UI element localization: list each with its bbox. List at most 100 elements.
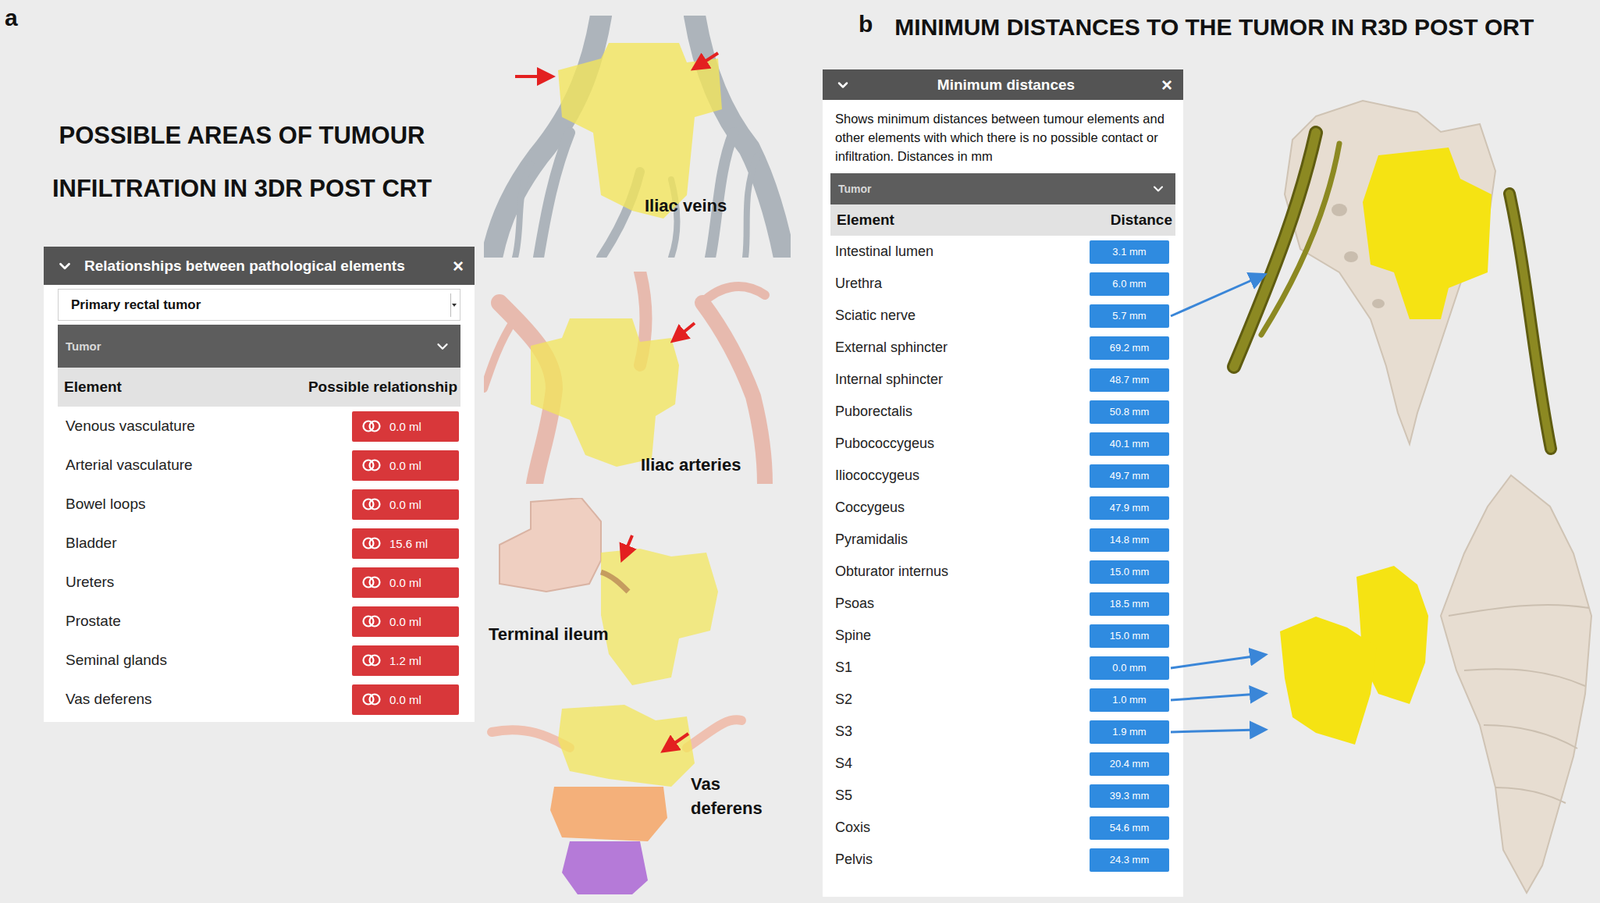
view-label: Vasdeferens	[690, 771, 763, 821]
close-button[interactable]: ×	[452, 256, 464, 276]
element-name: Coccygeus	[835, 499, 905, 516]
figure-page: aPOSSIBLE AREAS OF TUMOURINFILTRATION IN…	[0, 0, 1600, 903]
distance-badge[interactable]: 18.5 mm	[1089, 592, 1170, 616]
tumor-select[interactable]: Tumor	[830, 173, 1176, 205]
distance-row: External sphincter69.2 mm	[822, 331, 1184, 364]
distance-badge[interactable]: 14.8 mm	[1089, 528, 1170, 552]
close-button[interactable]: ×	[1161, 75, 1173, 95]
distance-cell: 15.0 mm	[1089, 624, 1170, 648]
panel-header: Relationships between pathological eleme…	[43, 246, 475, 285]
distance-badge[interactable]: 15.0 mm	[1089, 560, 1170, 584]
element-name: Urethra	[835, 275, 882, 292]
dropdown-icon	[450, 293, 457, 317]
element-name: Seminal glands	[65, 651, 168, 669]
distance-badge[interactable]: 48.7 mm	[1089, 368, 1170, 392]
element-name: S3	[835, 723, 853, 740]
distance-row: Pyramidalis14.8 mm	[822, 523, 1184, 556]
distance-badge[interactable]: 20.4 mm	[1089, 752, 1170, 776]
distance-badge[interactable]: 6.0 mm	[1089, 272, 1170, 296]
distances-panel: Minimum distances×Shows minimum distance…	[822, 69, 1184, 897]
element-name: Venous vasculature	[65, 417, 196, 435]
distance-badge[interactable]: 54.6 mm	[1089, 816, 1170, 840]
relationship-badge[interactable]: 0.0 ml	[352, 567, 459, 598]
badge-value: 0.0 ml	[389, 497, 422, 512]
distance-badge[interactable]: 24.3 mm	[1089, 848, 1170, 872]
distance-row: Coccygeus 47.9 mm	[822, 491, 1184, 524]
element-name: Bowel loops	[65, 495, 146, 513]
distance-cell: 6.0 mm	[1089, 272, 1170, 296]
panel-title: Minimum distances	[861, 76, 1151, 94]
figure-title: POSSIBLE AREAS OF TUMOURINFILTRATION IN …	[4, 109, 480, 216]
distance-badge[interactable]: 39.3 mm	[1089, 784, 1170, 808]
select-value: Primary rectal tumor	[71, 297, 451, 313]
distance-badge[interactable]: 49.7 mm	[1089, 464, 1170, 488]
relationship-badge[interactable]: 15.6 ml	[352, 528, 459, 559]
relationship-row: Bowel loops 0.0 ml	[43, 484, 475, 524]
distance-cell: 14.8 mm	[1089, 528, 1170, 552]
chevron-down-icon[interactable]	[835, 77, 851, 93]
pointer-arrow-icon	[1169, 669, 1267, 748]
relationship-badge[interactable]: 0.0 ml	[352, 411, 459, 442]
relationship-row: Bladder15.6 ml	[43, 523, 475, 563]
element-name: Arterial vasculature	[65, 456, 193, 474]
distance-badge[interactable]: 69.2 mm	[1089, 336, 1170, 360]
relationship-row: Arterial vasculature 0.0 ml	[43, 445, 475, 485]
relationship-badge[interactable]: 0.0 ml	[352, 684, 459, 715]
element-name: Spine	[835, 627, 872, 644]
relationship-badge[interactable]: 0.0 ml	[352, 606, 459, 637]
distance-badge[interactable]: 0.0 mm	[1089, 656, 1170, 680]
interlock-icon	[361, 575, 382, 590]
relationship-badge[interactable]: 0.0 ml	[352, 489, 459, 520]
element-name: Iliococcygeus	[835, 467, 920, 484]
distance-badge[interactable]: 40.1 mm	[1089, 432, 1170, 456]
distance-row: Internal sphincter 48.7 mm	[822, 363, 1184, 396]
element-name: Internal sphincter	[835, 371, 943, 388]
distance-cell: 39.3 mm	[1089, 784, 1170, 808]
element-name: Vas deferens	[65, 690, 153, 708]
distance-badge[interactable]: 1.0 mm	[1089, 688, 1170, 712]
sacrum-side-render	[1183, 459, 1600, 897]
relationship-row: Ureters 0.0 ml	[43, 562, 475, 602]
relationship-badge[interactable]: 0.0 ml	[352, 450, 459, 481]
distance-row: Urethra 6.0 mm	[822, 267, 1184, 300]
distance-cell: 54.6 mm	[1089, 816, 1170, 840]
distance-badge[interactable]: 3.1 mm	[1089, 240, 1170, 264]
distance-cell: 15.0 mm	[1089, 560, 1170, 584]
distance-cell: 48.7 mm	[1089, 368, 1170, 392]
relationship-badge[interactable]: 1.2 ml	[352, 645, 459, 676]
interlock-icon	[361, 419, 382, 434]
distance-badge[interactable]: 15.0 mm	[1089, 624, 1170, 648]
column-title: Distance	[1110, 211, 1173, 229]
view-label: Iliac arteries	[640, 452, 741, 477]
tumor-select[interactable]: Primary rectal tumor	[57, 288, 461, 321]
element-name: Pelvis	[835, 851, 873, 868]
badge-value: 1.2 ml	[389, 654, 422, 668]
column-title: Element	[836, 211, 895, 229]
section-bar[interactable]: Tumor	[57, 324, 461, 368]
distance-badge[interactable]: 50.8 mm	[1089, 400, 1170, 424]
distance-cell: 50.8 mm	[1089, 400, 1170, 424]
distance-badge[interactable]: 1.9 mm	[1089, 720, 1170, 744]
distance-badge[interactable]: 47.9 mm	[1089, 496, 1170, 520]
views-column: Iliac veinsIliac arteriesTerminal ileumV…	[483, 0, 793, 903]
distance-cell: 5.7 mm	[1089, 304, 1170, 328]
column-title: Possible relationship	[308, 378, 458, 396]
element-name: Pubococcygeus	[835, 435, 935, 452]
iliac-veins-render	[483, 15, 791, 258]
distance-cell: 3.1 mm	[1089, 240, 1170, 264]
distance-row: S5 39.3 mm	[822, 779, 1184, 812]
chevron-down-icon[interactable]	[56, 257, 74, 275]
distance-cell: 18.5 mm	[1089, 592, 1170, 616]
element-name: S5	[835, 787, 853, 804]
distance-cell: 47.9 mm	[1089, 496, 1170, 520]
renders-column	[1183, 69, 1600, 897]
relationship-row: Vas deferens 0.0 ml	[43, 679, 475, 719]
figure-title: MINIMUM DISTANCES TO THE TUMOR IN R3D PO…	[894, 10, 1534, 44]
red-arrow-icon	[515, 76, 547, 78]
label-line: Iliac arteries	[640, 452, 741, 477]
render-view: Vasdeferens	[483, 700, 791, 895]
element-name: S1	[835, 659, 853, 676]
element-name: Obturator internus	[835, 563, 949, 580]
element-name: Ureters	[65, 573, 114, 591]
distance-badge[interactable]: 5.7 mm	[1089, 304, 1170, 328]
